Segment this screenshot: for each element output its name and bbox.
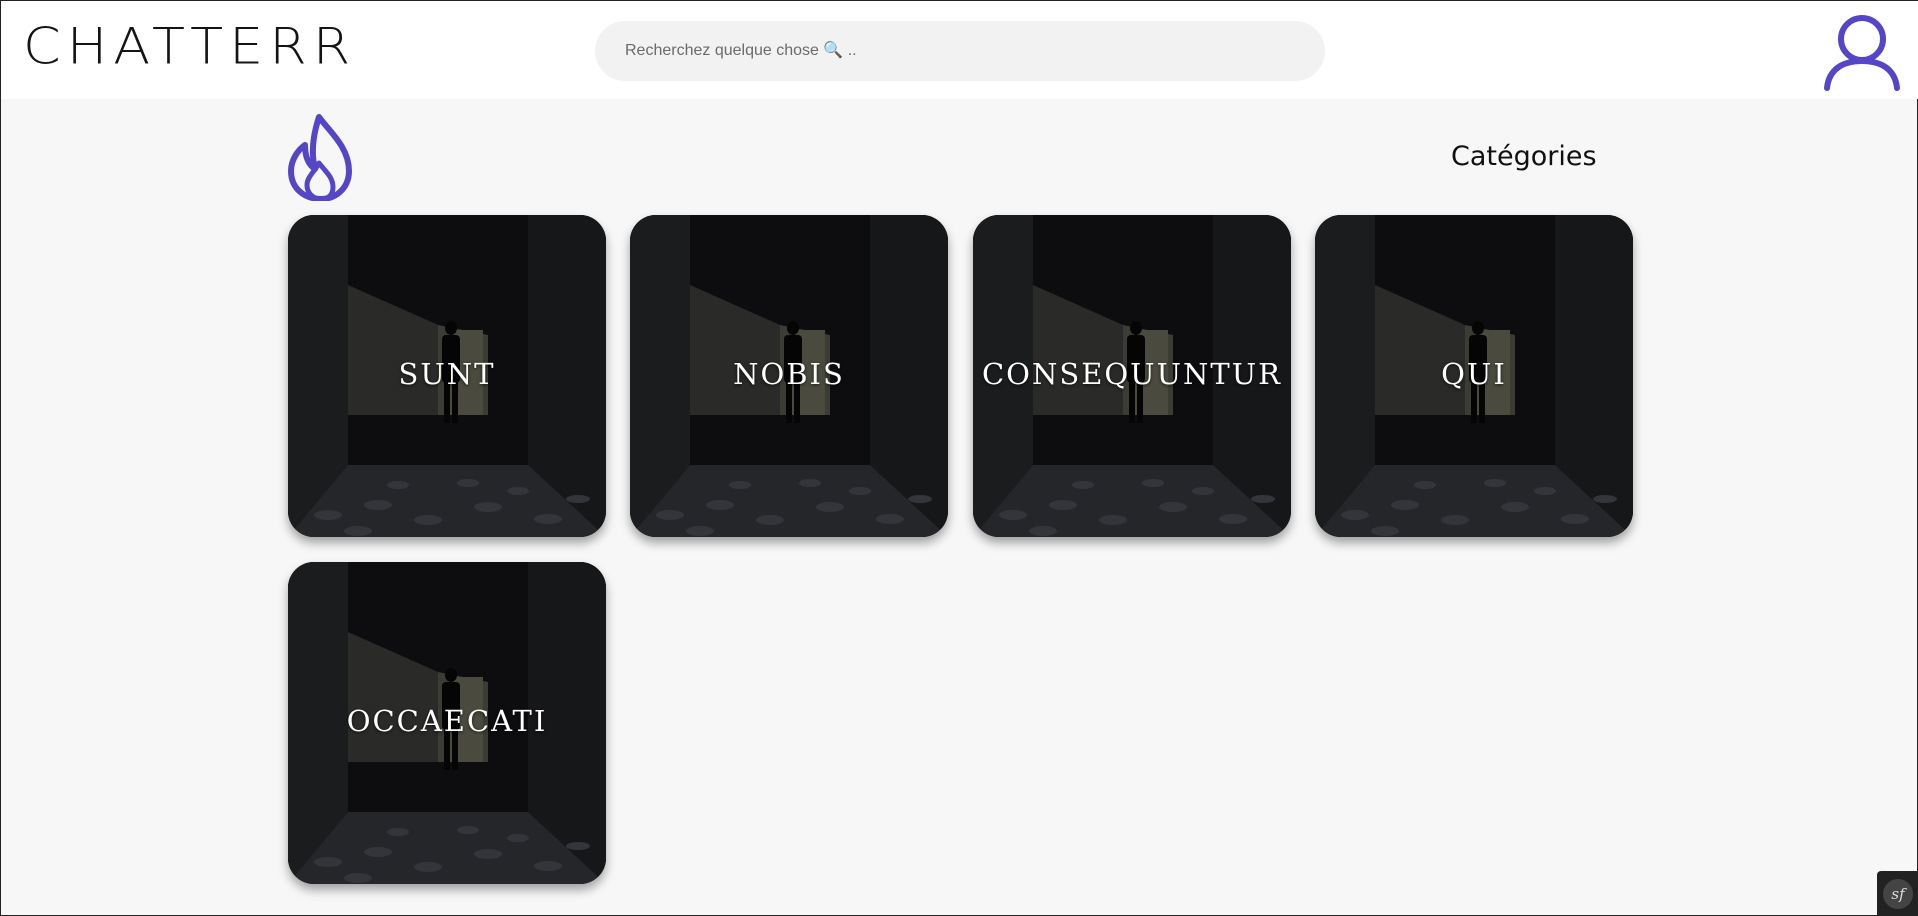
category-label: SUNT — [398, 357, 496, 391]
search-input[interactable] — [625, 21, 1325, 81]
category-label: NOBIS — [733, 357, 845, 391]
site-logo[interactable]: CHATTERR — [23, 21, 356, 73]
category-card[interactable]: NOBIS — [630, 215, 948, 537]
category-card[interactable]: CONSEQUUNTUR — [973, 215, 1291, 537]
category-label: OCCAECATI — [346, 704, 548, 738]
category-label: QUI — [1441, 357, 1507, 391]
category-label: CONSEQUUNTUR — [981, 357, 1283, 391]
search-bar[interactable] — [595, 21, 1325, 81]
category-card[interactable]: QUI — [1315, 215, 1633, 537]
flame-icon — [288, 114, 352, 201]
section-title: Catégories — [1451, 141, 1597, 172]
top-header: CHATTERR — [1, 1, 1918, 99]
user-icon[interactable] — [1821, 11, 1903, 91]
symfony-icon: sf — [1883, 879, 1913, 909]
category-card[interactable]: SUNT — [288, 215, 606, 537]
category-card[interactable]: OCCAECATI — [288, 562, 606, 884]
debug-toolbar-toggle[interactable]: sf — [1877, 871, 1918, 916]
